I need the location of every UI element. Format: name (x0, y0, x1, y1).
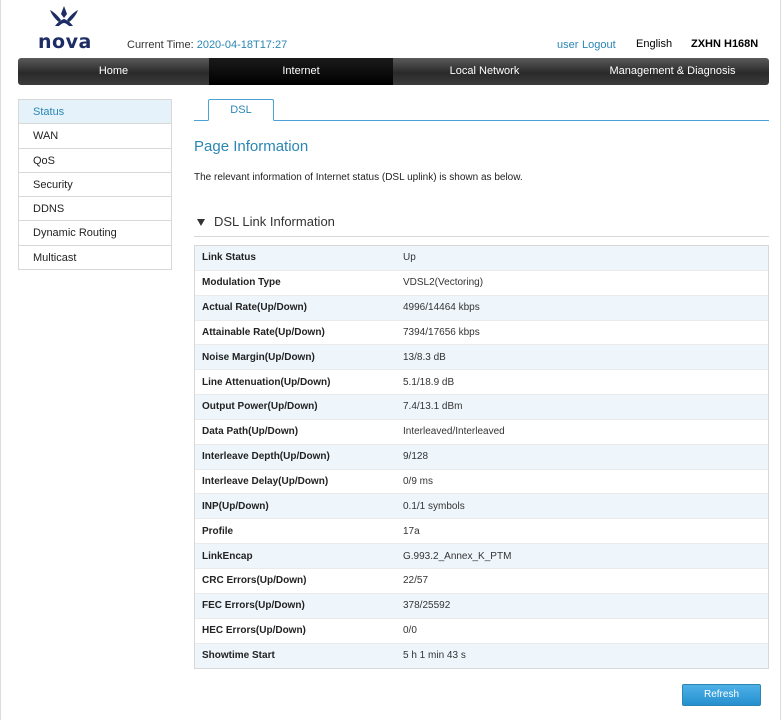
page-description: The relevant information of Internet sta… (194, 172, 523, 183)
language-selector[interactable]: English (636, 38, 672, 50)
logo-text: nova (38, 31, 92, 53)
table-row: Interleave Depth(Up/Down) 9/128 (195, 444, 768, 470)
table-row: HEC Errors(Up/Down) 0/0 (195, 618, 768, 644)
table-row: CRC Errors(Up/Down) 22/57 (195, 568, 768, 594)
sidebar-item-status[interactable]: Status (19, 100, 171, 125)
nav-management-diagnosis[interactable]: Management & Diagnosis (576, 58, 769, 85)
table-row: Interleave Delay(Up/Down) 0/9 ms (195, 469, 768, 495)
row-value: 13/8.3 dB (403, 351, 446, 363)
row-value: 7.4/13.1 dBm (403, 401, 463, 413)
tab-bar-line (194, 120, 769, 121)
nav-local-network[interactable]: Local Network (393, 58, 576, 85)
row-value: 5 h 1 min 43 s (403, 650, 466, 662)
row-value: 0/0 (403, 625, 417, 637)
refresh-button[interactable]: Refresh (682, 684, 761, 706)
sidebar-item-dynamic-routing[interactable]: Dynamic Routing (19, 221, 171, 246)
row-label: HEC Errors(Up/Down) (202, 625, 306, 637)
row-label: Modulation Type (202, 277, 281, 289)
main-nav: Home Internet Local Network Management &… (18, 58, 769, 85)
current-time-value: 2020-04-18T17:27 (196, 39, 288, 51)
table-row: FEC Errors(Up/Down) 378/25592 (195, 593, 768, 619)
device-model: ZXHN H168N (691, 38, 759, 50)
row-label: LinkEncap (202, 550, 253, 562)
row-value: Interleaved/Interleaved (403, 426, 505, 438)
row-value: 17a (403, 525, 420, 537)
table-row: Link Status Up (195, 246, 768, 271)
row-label: Actual Rate(Up/Down) (202, 302, 307, 314)
header: nova Current Time: 2020-04-18T17:27 user… (0, 0, 781, 58)
nav-internet[interactable]: Internet (209, 58, 393, 85)
current-time-label: Current Time: (127, 39, 194, 51)
row-label: Line Attenuation(Up/Down) (202, 376, 331, 388)
sidebar-item-security[interactable]: Security (19, 172, 171, 198)
current-time: Current Time: 2020-04-18T17:27 (127, 39, 287, 51)
row-label: Output Power(Up/Down) (202, 401, 318, 413)
username: user (557, 39, 579, 51)
row-value: 5.1/18.9 dB (403, 376, 455, 388)
table-row: Line Attenuation(Up/Down) 5.1/18.9 dB (195, 370, 768, 396)
page-title: Page Information (194, 138, 309, 155)
table-row: Modulation Type VDSL2(Vectoring) (195, 270, 768, 296)
logout-link[interactable]: Logout (582, 39, 616, 51)
dsl-info-table: Link Status Up Modulation Type VDSL2(Vector… (194, 245, 769, 670)
table-row: Actual Rate(Up/Down) 4996/14464 kbps (195, 295, 768, 321)
tab-dsl[interactable]: DSL (208, 99, 274, 121)
sidebar-item-wan[interactable]: WAN (19, 124, 171, 149)
table-row: Noise Margin(Up/Down) 13/8.3 dB (195, 345, 768, 371)
row-label: Attainable Rate(Up/Down) (202, 326, 325, 338)
row-label: Profile (202, 525, 234, 537)
row-value: 4996/14464 kbps (403, 302, 480, 314)
row-label: Interleave Depth(Up/Down) (202, 451, 330, 463)
section-header: DSL Link Information (194, 213, 769, 237)
row-value: 378/25592 (403, 600, 451, 612)
sidebar-item-multicast[interactable]: Multicast (19, 245, 171, 271)
sidebar-item-qos[interactable]: QoS (19, 148, 171, 173)
section-title: DSL Link Information (214, 214, 335, 229)
row-label: Noise Margin(Up/Down) (202, 351, 315, 363)
table-row: Output Power(Up/Down) 7.4/13.1 dBm (195, 395, 768, 420)
table-row: Data Path(Up/Down) Interleaved/Interleave… (195, 419, 768, 445)
table-row: Attainable Rate(Up/Down) 7394/17656 kbps (195, 320, 768, 346)
sidebar: Status WAN QoS Security DDNS Dynamic Rou… (18, 99, 172, 271)
row-value: Up (403, 252, 416, 264)
row-label: Data Path(Up/Down) (202, 426, 299, 438)
row-label: CRC Errors(Up/Down) (202, 575, 307, 587)
row-label: Link Status (202, 252, 256, 264)
row-label: Interleave Delay(Up/Down) (202, 476, 329, 488)
table-row: Profile 17a (195, 519, 768, 545)
row-label: INP(Up/Down) (202, 500, 269, 512)
table-row: LinkEncap G.993.2_Annex_K_PTM (195, 544, 768, 569)
row-value: 9/128 (403, 451, 429, 463)
nova-logo-icon (50, 6, 78, 26)
row-label: Showtime Start (202, 650, 275, 662)
row-value: 7394/17656 kbps (403, 326, 480, 338)
row-value: 0/9 ms (403, 476, 434, 488)
table-row: Showtime Start 5 h 1 min 43 s (195, 643, 768, 669)
row-value: VDSL2(Vectoring) (403, 277, 484, 289)
sidebar-item-ddns[interactable]: DDNS (19, 197, 171, 222)
row-value: 0.1/1 symbols (403, 500, 465, 512)
nova-logo: nova (38, 4, 92, 53)
nav-home[interactable]: Home (18, 58, 209, 85)
collapse-triangle-icon[interactable] (197, 219, 205, 226)
table-row: INP(Up/Down) 0.1/1 symbols (195, 494, 768, 520)
row-label: FEC Errors(Up/Down) (202, 600, 305, 612)
row-value: 22/57 (403, 575, 429, 587)
row-value: G.993.2_Annex_K_PTM (403, 550, 512, 562)
